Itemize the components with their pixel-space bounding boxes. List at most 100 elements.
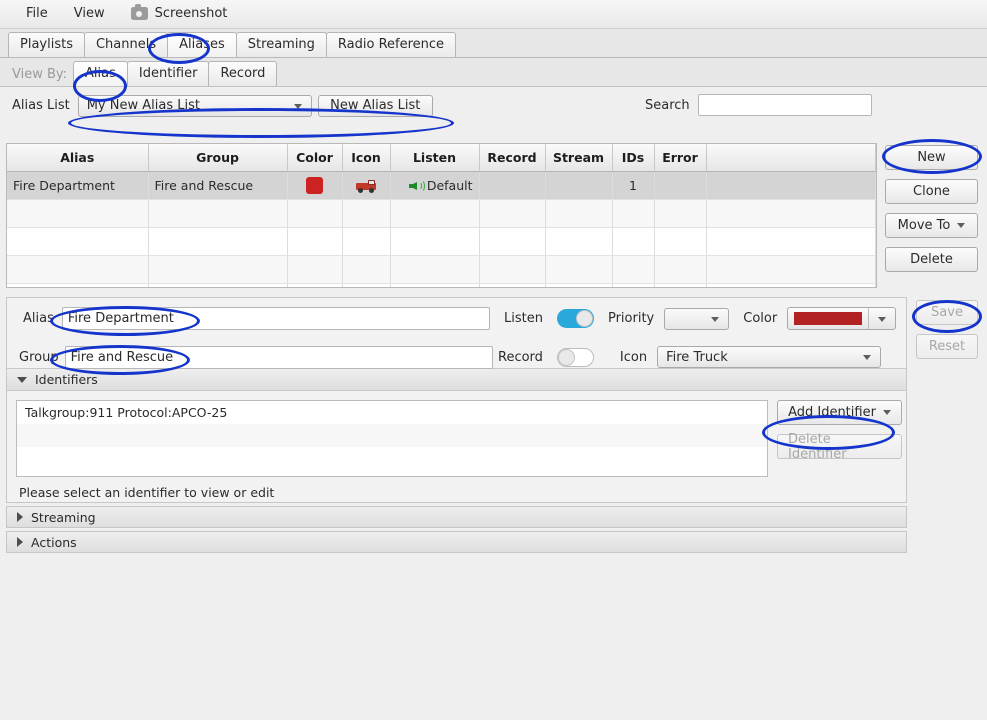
menu-item-screenshot-label: Screenshot (154, 6, 228, 21)
identifier-list[interactable]: Talkgroup:911 Protocol:APCO-25 (16, 400, 768, 477)
icon-dropdown[interactable]: Fire Truck (657, 346, 882, 368)
list-item-empty[interactable] (17, 447, 767, 470)
record-toggle-row: Record Icon Fire Truck (498, 346, 882, 368)
view-by-tab-record[interactable]: Record (208, 61, 278, 86)
column-header-color[interactable]: Color (287, 144, 343, 172)
actions-section-title: Actions (31, 534, 77, 550)
chevron-right-icon (17, 537, 23, 547)
list-item-empty[interactable] (17, 424, 767, 447)
list-item[interactable]: Talkgroup:911 Protocol:APCO-25 (17, 401, 767, 424)
priority-dropdown[interactable] (664, 307, 730, 330)
camera-icon (130, 4, 148, 20)
chevron-down-icon (711, 316, 720, 322)
identifier-hint-text: Please select an identifier to view or e… (19, 485, 275, 500)
alias-table-container: Alias Group Color Icon Listen Record Str… (6, 143, 877, 288)
add-identifier-button[interactable]: Add Identifier (777, 400, 902, 425)
alias-actions-panel: New Clone Move To Delete (885, 145, 978, 272)
clone-button[interactable]: Clone (885, 179, 978, 204)
view-by-strip: View By: Alias Identifier Record (0, 58, 987, 87)
speaker-icon (408, 179, 425, 193)
icon-value: Fire Truck (666, 349, 728, 365)
listen-label: Listen (504, 311, 543, 326)
cell-alias: Fire Department (7, 171, 149, 200)
cell-error (654, 171, 707, 200)
alias-editor-panel: Alias Listen Priority Color Group Record (6, 297, 907, 582)
chevron-right-icon (17, 512, 23, 522)
identifiers-section-header[interactable]: Identifiers (6, 369, 907, 391)
listen-toggle-row: Listen Priority Color (504, 307, 897, 330)
column-header-listen[interactable]: Listen (390, 144, 480, 172)
column-header-blank (706, 144, 876, 172)
alias-input[interactable] (61, 307, 490, 330)
save-reset-panel: Save Reset (916, 300, 978, 359)
streaming-section-header[interactable]: Streaming (6, 506, 907, 528)
column-header-error[interactable]: Error (654, 144, 707, 172)
menu-item-file[interactable]: File (14, 3, 62, 25)
delete-button[interactable]: Delete (885, 247, 978, 272)
table-row-empty[interactable] (7, 283, 876, 287)
color-swatch-icon (794, 312, 863, 325)
view-by-tab-alias[interactable]: Alias (73, 61, 128, 86)
search-label: Search (645, 97, 690, 113)
cell-ids: 1 (612, 171, 655, 200)
alias-table: Alias Group Color Icon Listen Record Str… (7, 144, 876, 287)
alias-list-dropdown[interactable]: My New Alias List (77, 94, 312, 117)
cell-record (479, 171, 546, 200)
tab-channels[interactable]: Channels (83, 32, 169, 57)
record-label: Record (498, 349, 543, 365)
view-by-label: View By: (12, 67, 68, 82)
color-swatch-icon (306, 177, 323, 194)
search-area: Search (645, 94, 872, 116)
cell-stream (545, 171, 613, 200)
column-header-group[interactable]: Group (148, 144, 288, 172)
cell-color (287, 171, 343, 200)
alias-field-row: Alias (23, 307, 490, 330)
streaming-section-title: Streaming (31, 509, 96, 525)
icon-label: Icon (619, 349, 648, 365)
table-row[interactable]: Fire Department Fire and Rescue Default … (7, 171, 876, 200)
alias-field-label: Alias (23, 311, 54, 326)
tab-playlists[interactable]: Playlists (8, 32, 85, 57)
menu-bar: File View Screenshot (0, 0, 987, 29)
column-header-record[interactable]: Record (479, 144, 546, 172)
tab-streaming[interactable]: Streaming (235, 32, 327, 57)
identifier-actions: Add Identifier Delete Identifier (777, 400, 902, 462)
table-row-empty[interactable] (7, 227, 876, 256)
menu-item-screenshot[interactable]: Screenshot (119, 3, 242, 25)
cell-group: Fire and Rescue (148, 171, 288, 200)
alias-list-label: Alias List (12, 98, 70, 113)
column-header-icon[interactable]: Icon (342, 144, 391, 172)
group-field-label: Group (19, 350, 59, 365)
color-label: Color (743, 311, 778, 326)
reset-button[interactable]: Reset (916, 334, 978, 359)
new-alias-list-button[interactable]: New Alias List (317, 94, 433, 117)
record-toggle[interactable] (556, 347, 594, 367)
search-input[interactable] (697, 94, 872, 116)
menu-item-view[interactable]: View (62, 3, 119, 25)
cell-blank (706, 171, 876, 200)
cell-listen-label: Default (426, 178, 473, 193)
tab-radio-reference[interactable]: Radio Reference (325, 32, 457, 57)
view-by-tab-identifier[interactable]: Identifier (126, 61, 210, 86)
column-header-alias[interactable]: Alias (7, 144, 149, 172)
column-header-ids[interactable]: IDs (612, 144, 655, 172)
delete-identifier-button[interactable]: Delete Identifier (777, 432, 902, 462)
chevron-down-icon (957, 223, 966, 228)
actions-section-header[interactable]: Actions (6, 531, 907, 553)
alias-editor-fields: Alias Listen Priority Color Group Record (6, 297, 907, 369)
new-button[interactable]: New (885, 145, 978, 170)
color-dropdown[interactable] (787, 307, 897, 330)
table-row-empty[interactable] (7, 199, 876, 228)
listen-toggle[interactable] (556, 309, 594, 328)
move-to-label: Move To (897, 218, 951, 233)
group-input[interactable] (64, 346, 493, 369)
alias-list-toolbar: Alias List My New Alias List New Alias L… (0, 87, 987, 124)
tab-aliases[interactable]: Aliases (167, 32, 237, 57)
table-row-empty[interactable] (7, 255, 876, 284)
fire-truck-icon (356, 180, 376, 193)
save-button[interactable]: Save (916, 300, 978, 325)
column-header-stream[interactable]: Stream (545, 144, 613, 172)
chevron-down-icon (863, 355, 872, 360)
identifiers-section-title: Identifiers (35, 372, 98, 387)
move-to-button[interactable]: Move To (885, 213, 978, 238)
